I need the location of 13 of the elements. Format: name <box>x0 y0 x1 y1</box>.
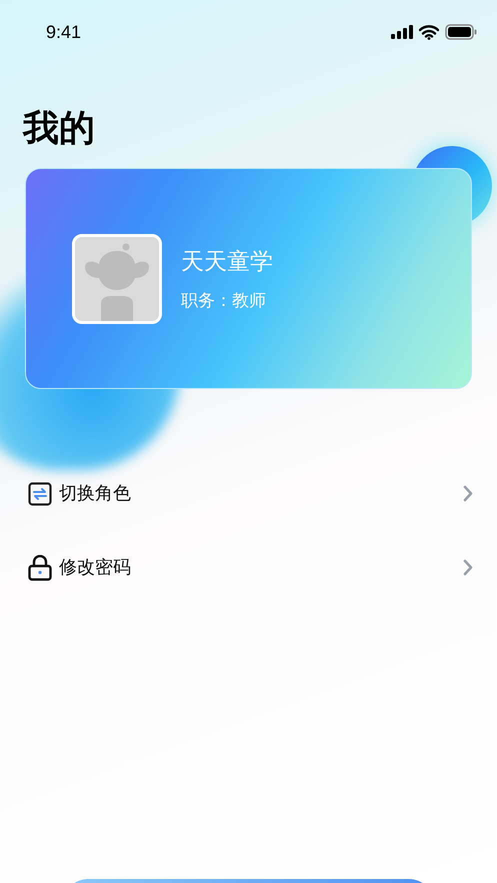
chevron-right-icon <box>463 559 473 576</box>
chevron-right-icon <box>463 485 473 502</box>
menu-item[interactable]: 切换角色 <box>0 481 497 506</box>
page-title: 我的 <box>23 106 96 150</box>
lock-icon <box>28 554 52 580</box>
signal-icon <box>391 25 413 39</box>
wifi-icon <box>419 24 439 40</box>
menu-item[interactable]: 修改密码 <box>0 555 497 580</box>
user-role: 职务：教师 <box>181 290 267 312</box>
status-time: 9:41 <box>46 20 82 44</box>
user-name: 天天童学 <box>181 246 273 276</box>
battery-icon <box>445 24 477 40</box>
swap-icon <box>28 482 52 506</box>
